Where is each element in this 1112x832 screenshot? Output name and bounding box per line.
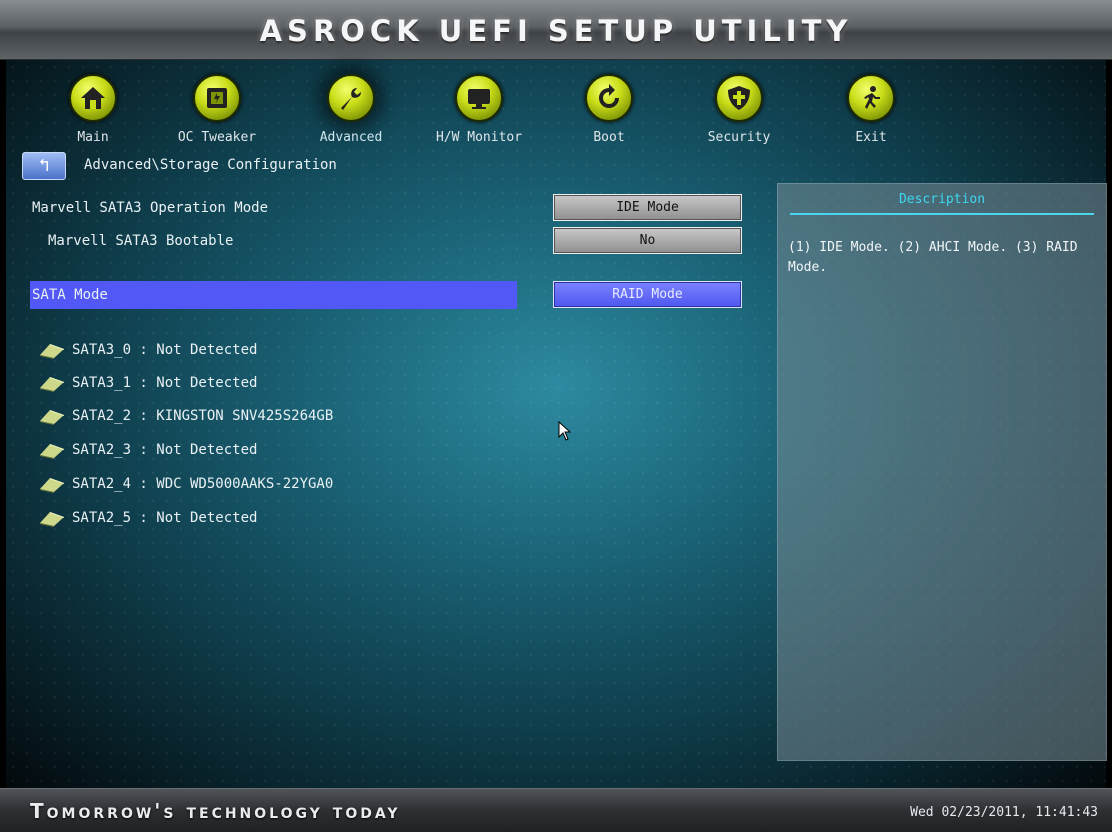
nav-advanced[interactable]: Advanced [296, 74, 406, 145]
sata-mode-label: SATA Mode [32, 287, 108, 303]
nav-security-label: Security [707, 130, 771, 145]
nav-boot-label: Boot [593, 130, 625, 145]
mouse-cursor-icon [558, 420, 572, 445]
refresh-icon [585, 74, 633, 122]
hard-drive-icon [38, 374, 66, 392]
nav-boot[interactable]: Boot [554, 74, 664, 145]
drive-item: SATA3_1 : Not Detected [38, 372, 257, 394]
app-title: ASROCK UEFI SETUP UTILITY [259, 14, 853, 48]
marvell-sata3-operation-mode-button[interactable]: IDE Mode [553, 194, 742, 221]
hard-drive-icon [38, 407, 66, 425]
wrench-icon [327, 74, 375, 122]
nav-exit-label: Exit [855, 130, 887, 145]
drive-label: SATA2_4 : WDC WD5000AAKS-22YGA0 [72, 476, 334, 492]
drive-item: SATA3_0 : Not Detected [38, 339, 257, 361]
drive-label: SATA2_2 : KINGSTON SNV425S264GB [72, 408, 334, 424]
hard-drive-icon [38, 475, 66, 493]
nav-advanced-label: Advanced [319, 130, 383, 145]
chip-icon [193, 74, 241, 122]
description-text: (1) IDE Mode. (2) AHCI Mode. (3) RAID Mo… [788, 240, 1078, 275]
hard-drive-icon [38, 341, 66, 359]
hard-drive-icon [38, 509, 66, 527]
breadcrumb: Advanced\Storage Configuration [84, 157, 337, 173]
footer-slogan: Tomorrow's technology today [30, 799, 401, 823]
sata-mode-button[interactable]: RAID Mode [553, 281, 742, 308]
nav-oc-tweaker[interactable]: OC Tweaker [162, 74, 272, 145]
home-icon [69, 74, 117, 122]
drive-label: SATA2_5 : Not Detected [72, 510, 258, 526]
top-navigation: Main OC Tweaker Advanced H/W Monitor Boo… [6, 60, 1106, 148]
nav-main[interactable]: Main [38, 74, 148, 145]
back-arrow-icon: ↰ [38, 155, 50, 176]
marvell-sata3-operation-mode-label: Marvell SATA3 Operation Mode [32, 200, 269, 216]
nav-oc-tweaker-label: OC Tweaker [177, 130, 257, 145]
drive-item: SATA2_3 : Not Detected [38, 439, 257, 461]
marvell-sata3-bootable-button[interactable]: No [553, 227, 742, 254]
drive-item: SATA2_4 : WDC WD5000AAKS-22YGA0 [38, 473, 333, 495]
running-man-icon [847, 74, 895, 122]
monitor-icon [455, 74, 503, 122]
nav-exit[interactable]: Exit [816, 74, 926, 145]
drive-label: SATA2_3 : Not Detected [72, 442, 258, 458]
shield-icon [715, 74, 763, 122]
nav-main-label: Main [77, 130, 109, 145]
hard-drive-icon [38, 441, 66, 459]
description-title: Description [790, 192, 1094, 215]
nav-security[interactable]: Security [684, 74, 794, 145]
marvell-sata3-bootable-label: Marvell SATA3 Bootable [48, 233, 234, 249]
drive-item: SATA2_2 : KINGSTON SNV425S264GB [38, 405, 333, 427]
drive-item: SATA2_5 : Not Detected [38, 507, 257, 529]
back-button[interactable]: ↰ [22, 152, 66, 180]
nav-hw-monitor-label: H/W Monitor [435, 130, 523, 145]
title-bar: ASROCK UEFI SETUP UTILITY [0, 0, 1112, 60]
footer-bar: Tomorrow's technology today Wed 02/23/20… [0, 788, 1112, 832]
description-panel: Description (1) IDE Mode. (2) AHCI Mode.… [777, 183, 1107, 761]
nav-hw-monitor[interactable]: H/W Monitor [424, 74, 534, 145]
drive-label: SATA3_0 : Not Detected [72, 342, 258, 358]
drive-label: SATA3_1 : Not Detected [72, 375, 258, 391]
footer-clock: Wed 02/23/2011, 11:41:43 [910, 805, 1098, 820]
